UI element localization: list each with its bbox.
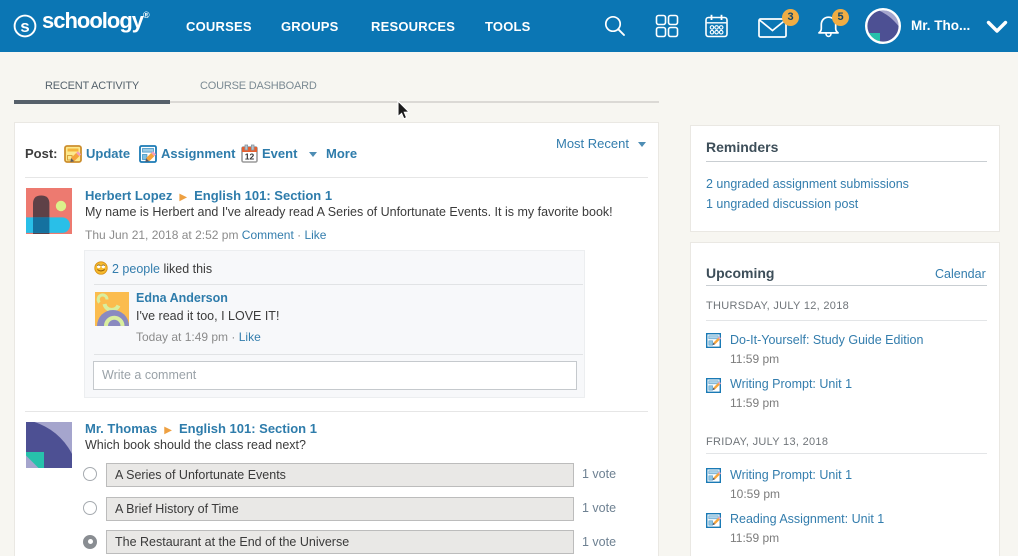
svg-text:s: s — [20, 17, 29, 36]
svg-text:12: 12 — [245, 152, 255, 162]
